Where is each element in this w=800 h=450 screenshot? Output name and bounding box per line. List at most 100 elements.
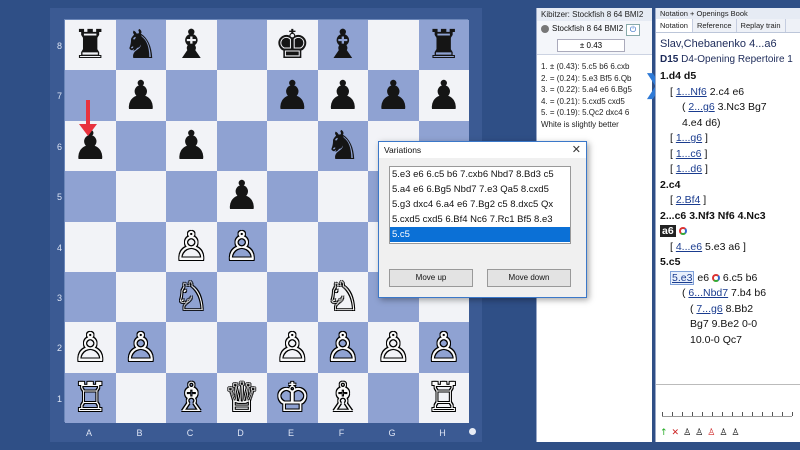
- variation-move[interactable]: 7...g6: [696, 303, 722, 315]
- board-square[interactable]: ♔: [267, 372, 318, 424]
- engine-line[interactable]: 3. = (0.22): 5.a4 e6 6.Bg5: [541, 84, 648, 96]
- board-square[interactable]: ♙: [317, 322, 368, 373]
- black-piece-icon[interactable]: ♟: [123, 76, 159, 116]
- tab-reference[interactable]: Reference: [693, 19, 737, 32]
- black-piece-icon[interactable]: ♟: [173, 126, 209, 166]
- white-piece-icon[interactable]: ♖: [72, 378, 108, 418]
- notation-line[interactable]: [ 2.Bf4 ]: [660, 193, 796, 209]
- board-square[interactable]: ♙: [267, 322, 318, 373]
- board-square[interactable]: ♙: [216, 221, 267, 272]
- variation-move[interactable]: 1...Nf6: [676, 86, 707, 98]
- eval-graph[interactable]: ↑ ✕ ♙ ♙ ♙ ♙ ♙: [656, 384, 800, 442]
- black-piece-icon[interactable]: ♟: [375, 76, 411, 116]
- delete-icon[interactable]: ✕: [672, 428, 680, 438]
- black-piece-icon[interactable]: ♜: [426, 25, 462, 65]
- notation-line[interactable]: Bg7 9.Be2 0-0: [660, 317, 796, 333]
- notation-line[interactable]: ( 2...g6 3.Nc3 Bg7: [660, 100, 796, 116]
- tab-replay-train[interactable]: Replay train: [737, 19, 786, 32]
- variation-move[interactable]: 4...e6: [676, 241, 702, 253]
- board-square[interactable]: [368, 372, 419, 424]
- up-arrow-icon[interactable]: ↑: [660, 428, 668, 438]
- board-square[interactable]: [267, 171, 318, 222]
- board-square[interactable]: ♕: [216, 372, 267, 424]
- variation-item[interactable]: 5.a4 e6 6.Bg5 Nbd7 7.e3 Qa5 8.cxd5: [390, 182, 570, 197]
- board-square[interactable]: ♟: [166, 120, 217, 172]
- variation-moves[interactable]: 7.b4 b6: [728, 287, 766, 299]
- notation-line[interactable]: [ 1...g6 ]: [660, 131, 796, 147]
- white-piece-icon[interactable]: ♕: [224, 378, 260, 418]
- variation-item[interactable]: 5.g3 dxc4 6.a4 e6 7.Bg2 c5 8.dxc5 Qx: [390, 197, 570, 212]
- board-square[interactable]: [317, 221, 368, 272]
- board-square[interactable]: ♖: [65, 372, 116, 424]
- notation-line[interactable]: [ 1...Nf6 2.c4 e6: [660, 85, 796, 101]
- figure-icon[interactable]: ♙: [707, 428, 715, 438]
- board-square[interactable]: [115, 120, 166, 172]
- board-square[interactable]: ♟: [115, 70, 166, 121]
- notation-line[interactable]: 5.c5: [660, 255, 796, 271]
- engine-selector[interactable]: Stockfish 8 64 BMI2: [541, 24, 623, 33]
- notation-line[interactable]: 1.d4 d5: [660, 69, 796, 85]
- board-square[interactable]: [267, 120, 318, 172]
- board-square[interactable]: ♜: [418, 20, 469, 71]
- variation-moves[interactable]: 6.c5 b6: [720, 272, 757, 284]
- notation-line[interactable]: ( 6...Nbd7 7.b4 b6: [660, 286, 796, 302]
- board-square[interactable]: ♝: [317, 20, 368, 71]
- white-piece-icon[interactable]: ♙: [123, 328, 159, 368]
- board-square[interactable]: [216, 271, 267, 323]
- notation-line[interactable]: ( 7...g6 8.Bb2: [660, 302, 796, 318]
- variation-move[interactable]: 2.Bf4: [676, 194, 701, 206]
- notation-line[interactable]: 4.e4 d6): [660, 116, 796, 132]
- figure-icon[interactable]: ♙: [683, 428, 691, 438]
- board-square[interactable]: [267, 221, 318, 272]
- white-piece-icon[interactable]: ♔: [274, 378, 310, 418]
- tab-notation[interactable]: Notation: [656, 19, 693, 32]
- variation-item[interactable]: 5.cxd5 cxd5 6.Bf4 Nc6 7.Rc1 Bf5 8.e3: [390, 212, 570, 227]
- variation-item[interactable]: 5.e3 e6 6.c5 b6 7.cxb6 Nbd7 8.Bd3 c5: [390, 167, 570, 182]
- board-square[interactable]: [65, 221, 116, 272]
- move-up-button[interactable]: Move up: [389, 269, 473, 287]
- figure-icon[interactable]: ♙: [719, 428, 727, 438]
- board-square[interactable]: ♟: [368, 70, 419, 121]
- notation-line[interactable]: 2...c6 3.Nf3 Nf6 4.Nc3: [660, 209, 796, 225]
- variation-moves[interactable]: 2.c4 e6: [707, 86, 744, 98]
- black-piece-icon[interactable]: ♟: [224, 176, 260, 216]
- board-square[interactable]: ♚: [267, 20, 318, 71]
- variation-moves[interactable]: e6: [694, 272, 709, 284]
- variation-move[interactable]: 1...g6: [676, 132, 702, 144]
- board-square[interactable]: ♗: [166, 372, 217, 424]
- white-piece-icon[interactable]: ♙: [173, 227, 209, 267]
- white-piece-icon[interactable]: ♙: [426, 328, 462, 368]
- board-square[interactable]: ♙: [418, 322, 469, 373]
- board-square[interactable]: [317, 171, 368, 222]
- engine-line[interactable]: 1. ± (0.43): 5.c5 b6 6.cxb: [541, 61, 648, 73]
- variation-move[interactable]: 5.e3: [670, 270, 695, 285]
- current-move[interactable]: a6: [660, 225, 676, 237]
- black-piece-icon[interactable]: ♟: [274, 76, 310, 116]
- variation-item[interactable]: 5.c5: [390, 227, 570, 242]
- board-square[interactable]: [115, 171, 166, 222]
- variation-moves[interactable]: 8.Bb2: [723, 303, 753, 315]
- engine-line[interactable]: 4. = (0.21): 5.cxd5 cxd5: [541, 96, 648, 108]
- engine-toggle-icon[interactable]: ⏻: [626, 24, 640, 36]
- board-square[interactable]: [368, 20, 419, 71]
- close-icon[interactable]: ✕: [572, 143, 581, 156]
- board-square[interactable]: [115, 221, 166, 272]
- board-square[interactable]: [216, 20, 267, 71]
- black-piece-icon[interactable]: ♞: [123, 25, 159, 65]
- notation-line[interactable]: 10.0-0 Qc7: [660, 333, 796, 349]
- engine-line[interactable]: 2. = (0.24): 5.e3 Bf5 6.Qb: [541, 73, 648, 85]
- board-square[interactable]: ♙: [65, 322, 116, 373]
- board-square[interactable]: ♝: [166, 20, 217, 71]
- notation-line[interactable]: [ 1...c6 ]: [660, 147, 796, 163]
- notation-line[interactable]: 5.e3 e6 6.c5 b6: [660, 270, 796, 287]
- white-piece-icon[interactable]: ♙: [325, 328, 361, 368]
- black-piece-icon[interactable]: ♝: [173, 25, 209, 65]
- variation-move[interactable]: 2...g6: [688, 101, 714, 113]
- board-square[interactable]: ♟: [317, 70, 368, 121]
- variation-move[interactable]: 6...Nbd7: [688, 287, 728, 299]
- board-square[interactable]: ♙: [115, 322, 166, 373]
- board-square[interactable]: [166, 171, 217, 222]
- board-resize-handle[interactable]: [469, 428, 476, 435]
- board-square[interactable]: [65, 171, 116, 222]
- board-square[interactable]: ♜: [65, 20, 116, 71]
